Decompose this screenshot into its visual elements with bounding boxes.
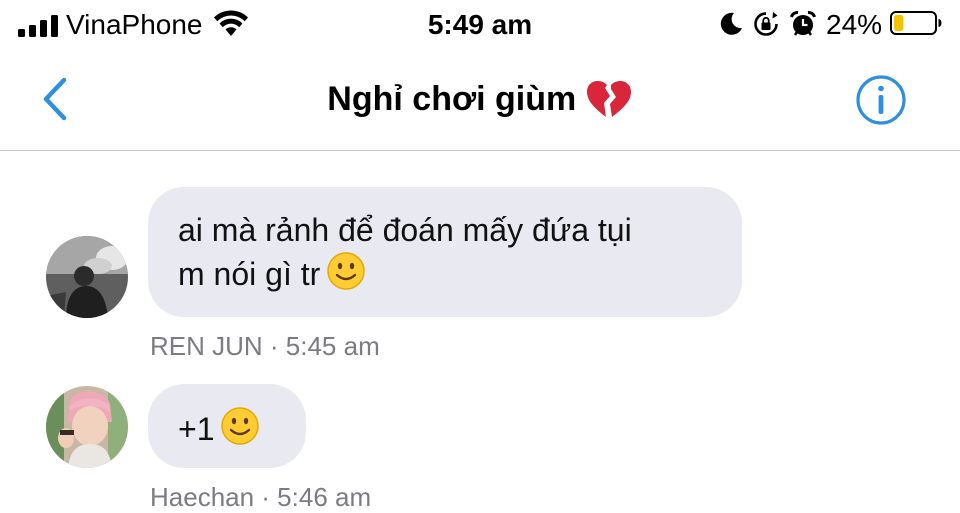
alarm-clock-icon: [790, 10, 816, 36]
broken-heart-icon: [586, 80, 631, 117]
status-bar: VinaPhone 5:49 am 24%: [0, 0, 960, 50]
battery-level-fill: [894, 15, 904, 31]
battery-percentage: 24%: [826, 9, 883, 40]
info-icon[interactable]: [855, 74, 907, 126]
message-meta: REN JUN · 5:45 am: [150, 331, 380, 361]
message-meta: Haechan · 5:46 am: [150, 482, 372, 512]
message-content: ai mà rảnh để đoán mấy đứa tụi m nói gì …: [178, 209, 738, 295]
message-bubble[interactable]: ai mà rảnh để đoán mấy đứa tụi m nói gì …: [148, 187, 742, 317]
slightly-smiling-face-icon: [221, 407, 260, 445]
avatar-haechan[interactable]: [46, 386, 128, 468]
message-content: +1: [178, 406, 304, 450]
conversation-title: Nghỉ chơi giùm: [0, 78, 960, 120]
slightly-smiling-face-icon: [327, 252, 366, 290]
conversation-title-text: Nghỉ chơi giùm: [327, 80, 577, 118]
battery-icon: [890, 11, 942, 35]
avatar-ren-jun[interactable]: [46, 236, 128, 318]
message-text: ai mà rảnh để đoán mấy đứa tụi m nói gì …: [178, 212, 632, 292]
do-not-disturb-moon-icon: [720, 12, 742, 35]
message-text: +1: [178, 411, 215, 447]
orientation-lock-icon: [754, 12, 778, 36]
conversation-header: Nghỉ chơi giùm: [0, 50, 960, 151]
message-bubble[interactable]: +1: [148, 384, 306, 468]
